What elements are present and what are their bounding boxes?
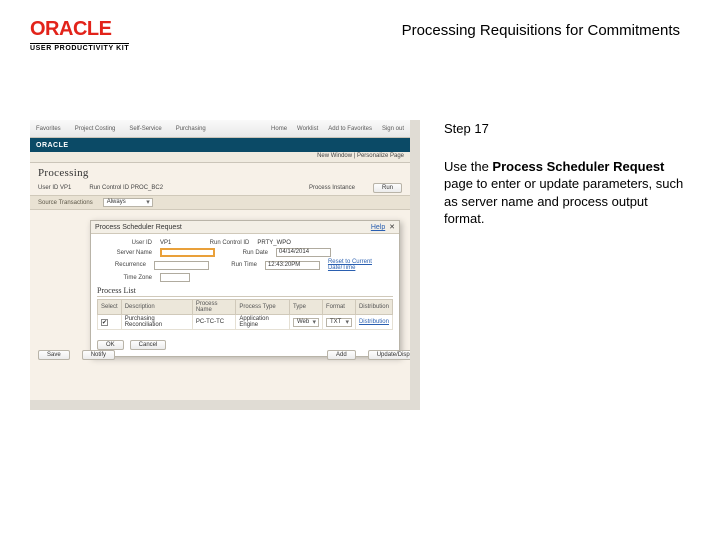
cell-process-type: Application Engine [236,315,290,330]
label: Run Date [223,250,268,256]
label: Server Name [97,250,152,256]
band-label: Source Transactions [38,200,93,206]
col-header: Format [322,300,355,315]
cell-process-name: PC-TC-TC [192,315,236,330]
instruction-panel: Step 17 Use the Process Scheduler Reques… [444,120,684,410]
cancel-button[interactable]: Cancel [130,340,167,350]
nav-link[interactable]: Home [271,126,287,132]
label: User ID [38,185,58,191]
run-button[interactable]: Run [373,183,402,193]
process-list-title: Process List [97,286,393,297]
brand-text: ORACLE [36,142,69,149]
step-text-fragment: page to enter or update parameters, such… [444,176,683,226]
format-select[interactable]: TXT [326,318,352,327]
modal-title: Process Scheduler Request [95,224,182,231]
label: User ID [97,240,152,246]
server-name-select[interactable] [160,248,215,257]
value: VP1 [160,240,171,246]
distribution-link[interactable]: Distribution [359,319,389,325]
add-button[interactable]: Add [327,350,356,360]
col-header: Process Name [192,300,236,315]
notify-button[interactable]: Notify [82,350,115,360]
col-header: Type [289,300,322,315]
run-date-input[interactable]: 04/14/2014 [276,248,331,257]
page-title: Processing [30,163,410,181]
nav-item[interactable]: Purchasing [176,126,206,132]
run-time-input[interactable]: 12:43:20PM [265,261,320,270]
step-text: Use the Process Scheduler Request page t… [444,158,684,228]
label: Run Time [217,262,257,268]
process-scheduler-modal: Process Scheduler Request Help ✕ User ID… [90,220,400,357]
timezone-input[interactable] [160,273,190,282]
nav-item[interactable]: Project Costing [75,126,116,132]
nav-item[interactable]: Self-Service [129,126,161,132]
label: Run Control ID [179,240,249,246]
step-title: Step 17 [444,120,684,138]
cell-description: Purchasing Reconciliation [121,315,192,330]
brand-bar: ORACLE [30,138,410,152]
nav-link[interactable]: Add to Favorites [328,126,372,132]
col-header: Select [98,300,122,315]
ok-button[interactable]: OK [97,340,124,350]
select-checkbox[interactable]: ✔ [101,319,108,326]
help-link[interactable]: Help [371,224,385,231]
source-transactions-select[interactable]: Always [103,198,153,207]
label: Process Instance [309,185,355,191]
process-list-table: Select Description Process Name Process … [97,299,393,330]
reset-datetime-link[interactable]: Reset to Current Date/Time [328,259,393,271]
col-header: Distribution [355,300,392,315]
col-header: Process Type [236,300,290,315]
update-display-button[interactable]: Update/Display [368,350,420,360]
type-select[interactable]: Web [293,318,319,327]
app-top-nav: Favorites Project Costing Self-Service P… [30,120,410,138]
logo-block: ORACLE USER PRODUCTIVITY KIT [30,18,129,52]
col-header: Description [121,300,192,315]
step-text-fragment: Use the [444,159,492,174]
save-button[interactable]: Save [38,350,70,360]
value: PROC_BC2 [131,185,163,191]
step-text-bold: Process Scheduler Request [492,159,664,174]
nav-link[interactable]: Sign out [382,126,404,132]
page-tools-row: New Window | Personalize Page [30,152,410,163]
document-title: Processing Requisitions for Commitments [402,18,690,39]
label: Time Zone [97,275,152,281]
label: Run Control ID [89,185,129,191]
recurrence-select[interactable] [154,261,209,270]
screenshot-region: Favorites Project Costing Self-Service P… [30,120,420,410]
close-icon[interactable]: ✕ [389,224,395,231]
value: PRTY_WPO [257,240,291,246]
table-row: ✔ Purchasing Reconciliation PC-TC-TC App… [98,315,393,330]
value: VP1 [60,185,71,191]
logo-subtitle: USER PRODUCTIVITY KIT [30,43,129,52]
label: Recurrence [97,262,146,268]
oracle-logo: ORACLE [30,18,129,41]
nav-item[interactable]: Favorites [36,126,61,132]
nav-link[interactable]: Worklist [297,126,318,132]
